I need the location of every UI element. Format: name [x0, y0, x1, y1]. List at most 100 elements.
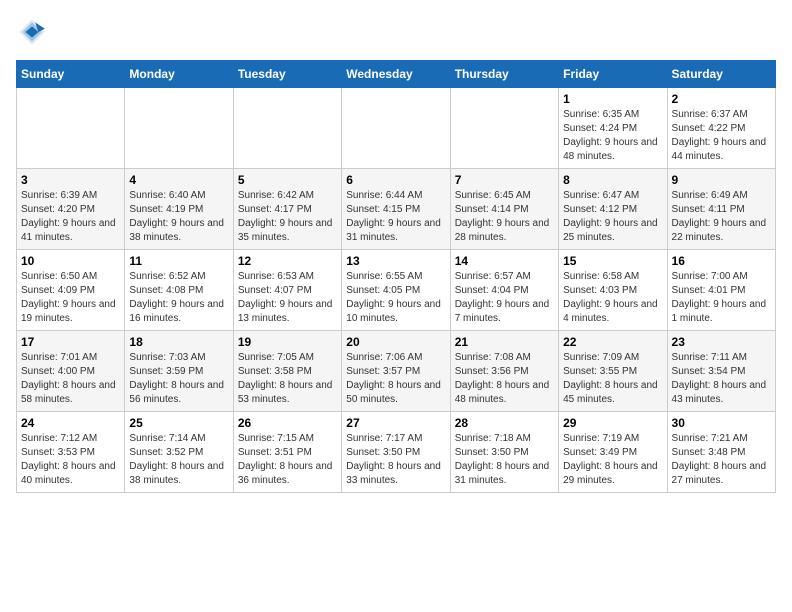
- header-friday: Friday: [559, 61, 667, 88]
- day-info: Sunrise: 7:21 AMSunset: 3:48 PMDaylight:…: [672, 432, 771, 488]
- calendar-table: SundayMondayTuesdayWednesdayThursdayFrid…: [16, 60, 776, 493]
- calendar-cell: 5 Sunrise: 6:42 AMSunset: 4:17 PMDaylight…: [233, 169, 341, 250]
- day-number: 10: [21, 254, 120, 268]
- day-info: Sunrise: 7:19 AMSunset: 3:49 PMDaylight:…: [563, 432, 662, 488]
- day-number: 17: [21, 335, 120, 349]
- calendar-week-4: 17 Sunrise: 7:01 AMSunset: 4:00 PMDayligh…: [17, 331, 776, 412]
- calendar-cell: 6 Sunrise: 6:44 AMSunset: 4:15 PMDaylight…: [342, 169, 450, 250]
- page-header: [16, 16, 776, 48]
- day-info: Sunrise: 6:52 AMSunset: 4:08 PMDaylight:…: [129, 270, 228, 326]
- day-info: Sunrise: 6:53 AMSunset: 4:07 PMDaylight:…: [238, 270, 337, 326]
- day-info: Sunrise: 6:40 AMSunset: 4:19 PMDaylight:…: [129, 189, 228, 245]
- calendar-cell: 26 Sunrise: 7:15 AMSunset: 3:51 PMDayligh…: [233, 412, 341, 493]
- day-info: Sunrise: 6:58 AMSunset: 4:03 PMDaylight:…: [563, 270, 662, 326]
- calendar-cell: 4 Sunrise: 6:40 AMSunset: 4:19 PMDaylight…: [125, 169, 233, 250]
- day-info: Sunrise: 7:08 AMSunset: 3:56 PMDaylight:…: [455, 351, 554, 407]
- day-number: 24: [21, 416, 120, 430]
- day-number: 1: [563, 92, 662, 106]
- calendar-week-5: 24 Sunrise: 7:12 AMSunset: 3:53 PMDayligh…: [17, 412, 776, 493]
- day-number: 12: [238, 254, 337, 268]
- day-number: 14: [455, 254, 554, 268]
- logo-icon: [16, 16, 48, 48]
- day-info: Sunrise: 7:12 AMSunset: 3:53 PMDaylight:…: [21, 432, 120, 488]
- calendar-cell: [125, 88, 233, 169]
- day-number: 21: [455, 335, 554, 349]
- calendar-cell: 21 Sunrise: 7:08 AMSunset: 3:56 PMDayligh…: [450, 331, 558, 412]
- day-number: 19: [238, 335, 337, 349]
- calendar-cell: [450, 88, 558, 169]
- header-sunday: Sunday: [17, 61, 125, 88]
- day-info: Sunrise: 6:42 AMSunset: 4:17 PMDaylight:…: [238, 189, 337, 245]
- day-number: 5: [238, 173, 337, 187]
- calendar-cell: 3 Sunrise: 6:39 AMSunset: 4:20 PMDaylight…: [17, 169, 125, 250]
- header-tuesday: Tuesday: [233, 61, 341, 88]
- calendar-cell: 25 Sunrise: 7:14 AMSunset: 3:52 PMDayligh…: [125, 412, 233, 493]
- day-number: 25: [129, 416, 228, 430]
- calendar-cell: 9 Sunrise: 6:49 AMSunset: 4:11 PMDaylight…: [667, 169, 775, 250]
- day-number: 27: [346, 416, 445, 430]
- calendar-cell: [233, 88, 341, 169]
- calendar-cell: 28Sunrise: 7:18 AMSunset: 3:50 PMDayligh…: [450, 412, 558, 493]
- calendar-cell: 27 Sunrise: 7:17 AMSunset: 3:50 PMDayligh…: [342, 412, 450, 493]
- day-number: 3: [21, 173, 120, 187]
- calendar-week-2: 3 Sunrise: 6:39 AMSunset: 4:20 PMDaylight…: [17, 169, 776, 250]
- calendar-cell: 24 Sunrise: 7:12 AMSunset: 3:53 PMDayligh…: [17, 412, 125, 493]
- day-number: 2: [672, 92, 771, 106]
- day-info: Sunrise: 7:00 AMSunset: 4:01 PMDaylight:…: [672, 270, 771, 326]
- day-info: Sunrise: 7:11 AMSunset: 3:54 PMDaylight:…: [672, 351, 771, 407]
- header-saturday: Saturday: [667, 61, 775, 88]
- calendar-week-3: 10Sunrise: 6:50 AMSunset: 4:09 PMDayligh…: [17, 250, 776, 331]
- day-info: Sunrise: 6:47 AMSunset: 4:12 PMDaylight:…: [563, 189, 662, 245]
- day-info: Sunrise: 6:45 AMSunset: 4:14 PMDaylight:…: [455, 189, 554, 245]
- calendar-header-row: SundayMondayTuesdayWednesdayThursdayFrid…: [17, 61, 776, 88]
- calendar-cell: 16 Sunrise: 7:00 AMSunset: 4:01 PMDayligh…: [667, 250, 775, 331]
- day-number: 30: [672, 416, 771, 430]
- day-info: Sunrise: 6:57 AMSunset: 4:04 PMDaylight:…: [455, 270, 554, 326]
- calendar-cell: 17 Sunrise: 7:01 AMSunset: 4:00 PMDayligh…: [17, 331, 125, 412]
- calendar-cell: 13 Sunrise: 6:55 AMSunset: 4:05 PMDayligh…: [342, 250, 450, 331]
- day-number: 20: [346, 335, 445, 349]
- day-info: Sunrise: 7:03 AMSunset: 3:59 PMDaylight:…: [129, 351, 228, 407]
- day-info: Sunrise: 6:55 AMSunset: 4:05 PMDaylight:…: [346, 270, 445, 326]
- day-info: Sunrise: 7:05 AMSunset: 3:58 PMDaylight:…: [238, 351, 337, 407]
- day-number: 4: [129, 173, 228, 187]
- calendar-cell: 8 Sunrise: 6:47 AMSunset: 4:12 PMDaylight…: [559, 169, 667, 250]
- calendar-cell: 1 Sunrise: 6:35 AMSunset: 4:24 PMDaylight…: [559, 88, 667, 169]
- day-number: 9: [672, 173, 771, 187]
- day-info: Sunrise: 7:17 AMSunset: 3:50 PMDaylight:…: [346, 432, 445, 488]
- header-thursday: Thursday: [450, 61, 558, 88]
- calendar-cell: 23Sunrise: 7:11 AMSunset: 3:54 PMDayligh…: [667, 331, 775, 412]
- day-number: 6: [346, 173, 445, 187]
- day-info: Sunrise: 6:39 AMSunset: 4:20 PMDaylight:…: [21, 189, 120, 245]
- day-number: 13: [346, 254, 445, 268]
- calendar-cell: 10Sunrise: 6:50 AMSunset: 4:09 PMDayligh…: [17, 250, 125, 331]
- day-number: 18: [129, 335, 228, 349]
- day-info: Sunrise: 7:06 AMSunset: 3:57 PMDaylight:…: [346, 351, 445, 407]
- day-number: 28: [455, 416, 554, 430]
- header-wednesday: Wednesday: [342, 61, 450, 88]
- day-number: 7: [455, 173, 554, 187]
- day-info: Sunrise: 7:14 AMSunset: 3:52 PMDaylight:…: [129, 432, 228, 488]
- calendar-week-1: 1 Sunrise: 6:35 AMSunset: 4:24 PMDaylight…: [17, 88, 776, 169]
- day-info: Sunrise: 6:35 AMSunset: 4:24 PMDaylight:…: [563, 108, 662, 164]
- day-info: Sunrise: 7:01 AMSunset: 4:00 PMDaylight:…: [21, 351, 120, 407]
- day-number: 22: [563, 335, 662, 349]
- day-number: 16: [672, 254, 771, 268]
- day-number: 26: [238, 416, 337, 430]
- calendar-cell: 18 Sunrise: 7:03 AMSunset: 3:59 PMDayligh…: [125, 331, 233, 412]
- calendar-cell: [17, 88, 125, 169]
- day-number: 8: [563, 173, 662, 187]
- calendar-cell: 11Sunrise: 6:52 AMSunset: 4:08 PMDayligh…: [125, 250, 233, 331]
- day-info: Sunrise: 6:37 AMSunset: 4:22 PMDaylight:…: [672, 108, 771, 164]
- day-number: 29: [563, 416, 662, 430]
- calendar-cell: 22 Sunrise: 7:09 AMSunset: 3:55 PMDayligh…: [559, 331, 667, 412]
- day-info: Sunrise: 6:49 AMSunset: 4:11 PMDaylight:…: [672, 189, 771, 245]
- day-info: Sunrise: 7:15 AMSunset: 3:51 PMDaylight:…: [238, 432, 337, 488]
- day-info: Sunrise: 6:44 AMSunset: 4:15 PMDaylight:…: [346, 189, 445, 245]
- calendar-cell: 30 Sunrise: 7:21 AMSunset: 3:48 PMDayligh…: [667, 412, 775, 493]
- calendar-cell: 29 Sunrise: 7:19 AMSunset: 3:49 PMDayligh…: [559, 412, 667, 493]
- calendar-cell: 15Sunrise: 6:58 AMSunset: 4:03 PMDayligh…: [559, 250, 667, 331]
- logo: [16, 16, 52, 48]
- calendar-cell: 20 Sunrise: 7:06 AMSunset: 3:57 PMDayligh…: [342, 331, 450, 412]
- day-info: Sunrise: 7:09 AMSunset: 3:55 PMDaylight:…: [563, 351, 662, 407]
